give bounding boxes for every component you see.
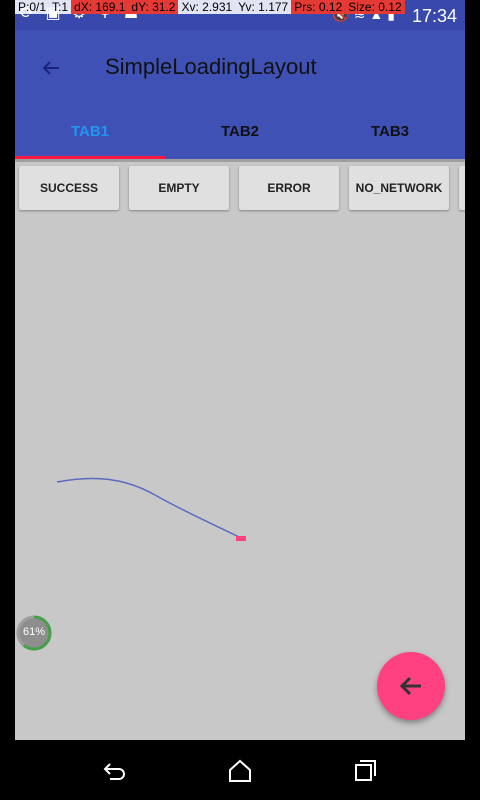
- app-toolbar: SimpleLoadingLayout: [15, 30, 465, 110]
- velocity-x: Xv: 2.931: [178, 0, 236, 14]
- back-arrow-icon[interactable]: [37, 54, 65, 82]
- touch-size: Size: 0.12: [345, 0, 405, 14]
- page-title: SimpleLoadingLayout: [105, 54, 317, 79]
- pressure: Prs: 0.12: [291, 0, 346, 14]
- empty-button[interactable]: EMPTY: [129, 166, 229, 210]
- back-fab-button[interactable]: [377, 652, 445, 720]
- home-icon[interactable]: [227, 758, 253, 784]
- pointer-count: P:0/1: [15, 0, 50, 14]
- recents-icon[interactable]: [352, 758, 378, 784]
- tab-2[interactable]: TAB2: [165, 110, 315, 162]
- trace-endpoint: [236, 536, 246, 541]
- state-button-row: SUCCESS EMPTY ERROR NO_NETWORK: [15, 166, 465, 216]
- delta-y: dY: 31.2: [128, 0, 179, 14]
- navigation-bar: [0, 740, 480, 800]
- delta-x: dX: 169.1: [71, 0, 129, 14]
- error-button[interactable]: ERROR: [239, 166, 339, 210]
- progress-label: 61%: [22, 626, 46, 638]
- success-button[interactable]: SUCCESS: [19, 166, 119, 210]
- tab-1[interactable]: TAB1: [15, 110, 165, 162]
- arrow-back-icon: [399, 676, 421, 696]
- overflow-button[interactable]: [459, 166, 465, 210]
- tab-3[interactable]: TAB3: [315, 110, 465, 162]
- app-screen: ⟳ ▣ ⚙ Ψ ☗ 🔇 ≋ ▲ ▮ 17:34 P:0/1 T:1 dX: 16…: [15, 0, 465, 740]
- velocity-y: Yv: 1.177: [235, 0, 292, 14]
- pointer-debug-overlay: P:0/1 T:1 dX: 169.1 dY: 31.2 Xv: 2.931 Y…: [15, 0, 465, 14]
- touch-trace: [56, 477, 246, 541]
- back-icon[interactable]: [102, 758, 128, 784]
- tab-divider: [15, 159, 465, 162]
- tab-bar: TAB1 TAB2 TAB3: [15, 110, 465, 162]
- touch-count: T:1: [49, 0, 72, 14]
- no-network-button[interactable]: NO_NETWORK: [349, 166, 449, 210]
- trace-path: [56, 477, 242, 539]
